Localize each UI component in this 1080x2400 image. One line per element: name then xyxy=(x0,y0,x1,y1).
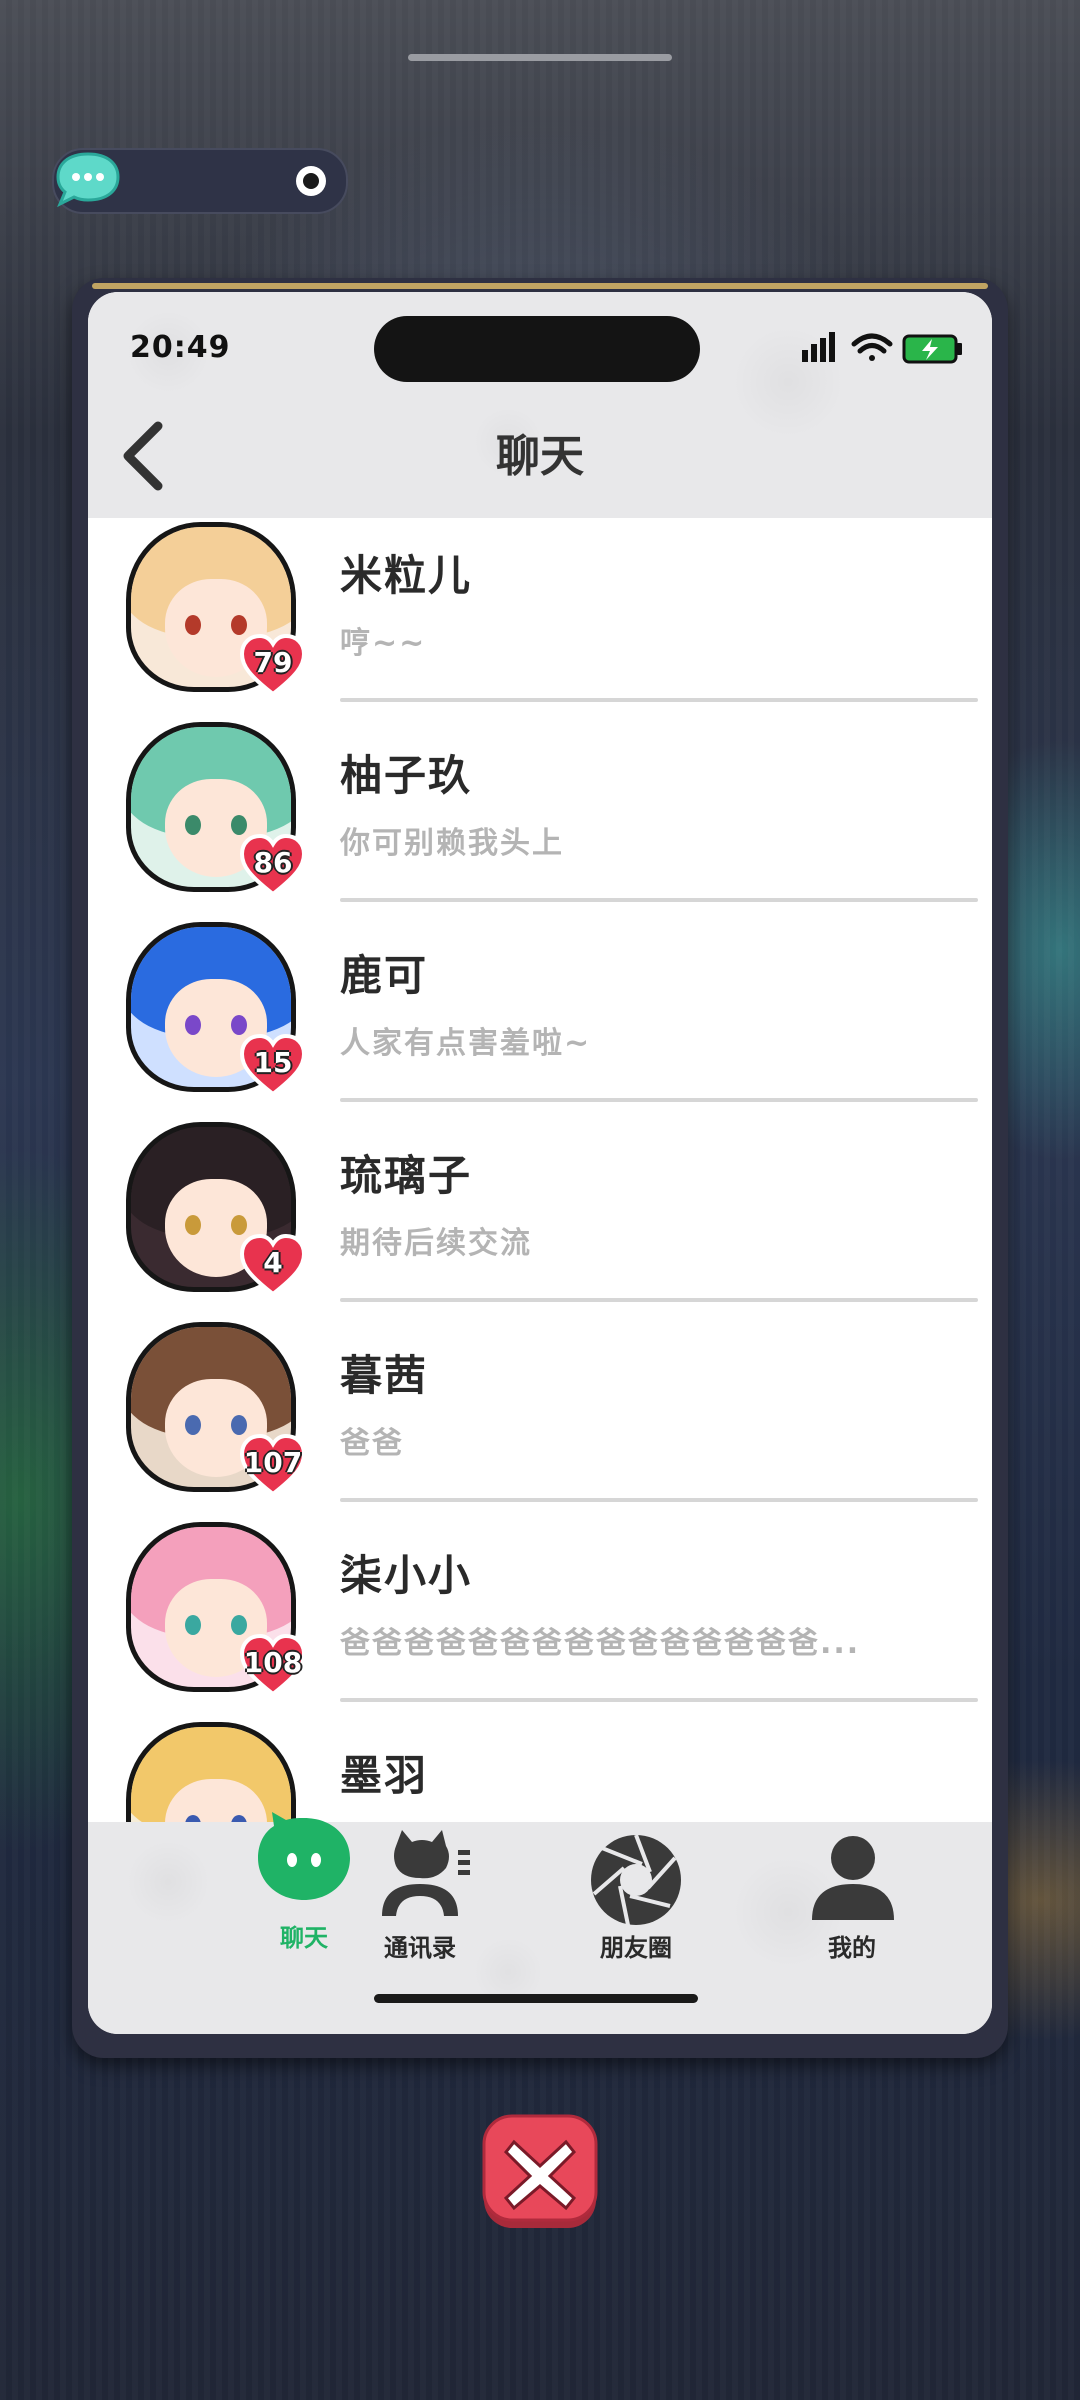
affection-level: 108 xyxy=(243,1646,303,1679)
avatar-eye xyxy=(185,1615,201,1635)
affection-level: 107 xyxy=(243,1446,303,1479)
status-icons xyxy=(802,332,962,364)
avatar: 4 xyxy=(126,1122,307,1297)
last-message: 你可别赖我头上 xyxy=(340,826,564,861)
contact-name: 米粒儿 xyxy=(340,551,473,600)
tab-me-label: 我的 xyxy=(828,1934,876,1962)
tab-contacts-label: 通讯录 xyxy=(384,1934,456,1962)
contact-name: 琉璃子 xyxy=(340,1151,473,1200)
top-bar: 20:49 聊天 xyxy=(88,292,992,518)
avatar: 15 xyxy=(126,922,307,1097)
avatar: 86 xyxy=(126,722,307,897)
last-message: 爸爸 xyxy=(340,1426,404,1461)
chat-list: 79 米粒儿哼~~ 86 柚子玖你可别赖我头上 15 鹿可人家有点害羞啦~ 4 琉璃子期待后续… xyxy=(88,518,992,1826)
avatar-eye xyxy=(185,1015,201,1035)
status-time: 20:49 xyxy=(130,330,231,365)
dynamic-island xyxy=(374,316,700,382)
chat-list-item[interactable]: 108 柒小小爸爸爸爸爸爸爸爸爸爸爸爸爸爸爸... xyxy=(88,1518,992,1718)
affection-level: 79 xyxy=(253,646,293,679)
chat-list-item[interactable]: 107 暮茜爸爸 xyxy=(88,1318,992,1518)
avatar: 108 xyxy=(126,1522,307,1697)
shutter-icon xyxy=(591,1834,681,1926)
tab-me[interactable]: 我的 xyxy=(752,1822,952,1982)
last-message: 期待后续交流 xyxy=(340,1226,532,1261)
contact-name: 暮茜 xyxy=(340,1351,429,1400)
battery-icon xyxy=(902,334,962,364)
page-title: 聊天 xyxy=(496,431,584,482)
divider xyxy=(340,898,978,902)
divider xyxy=(340,1698,978,1702)
home-indicator xyxy=(374,1994,698,2003)
tab-contacts[interactable]: 通讯录 xyxy=(320,1822,520,1982)
contact-name: 柚子玖 xyxy=(340,751,473,800)
phone-screen: 20:49 聊天 79 米粒儿哼~~ 86 柚子玖你可别赖我头上 15 鹿可人家有点害羞啦… xyxy=(88,292,992,2034)
close-icon[interactable] xyxy=(480,2114,600,2232)
chat-list-item[interactable]: 4 琉璃子期待后续交流 xyxy=(88,1118,992,1318)
contact-name: 鹿可 xyxy=(340,951,429,1000)
phone-frame-highlight xyxy=(92,283,988,289)
avatar: 107 xyxy=(126,1322,307,1497)
last-message: 人家有点害羞啦~ xyxy=(340,1026,592,1061)
last-message: 哼~~ xyxy=(340,626,427,661)
top-handle xyxy=(408,54,672,61)
profile-icon xyxy=(812,1836,894,1920)
affection-level: 86 xyxy=(253,846,293,879)
eye-icon[interactable] xyxy=(296,166,326,196)
last-message: 爸爸爸爸爸爸爸爸爸爸爸爸爸爸爸... xyxy=(340,1626,861,1661)
chat-list-item[interactable]: 15 鹿可人家有点害羞啦~ xyxy=(88,918,992,1118)
contact-name: 墨羽 xyxy=(340,1751,429,1800)
affection-level: 4 xyxy=(263,1246,283,1279)
divider xyxy=(340,1498,978,1502)
tab-moments[interactable]: 朋友圈 xyxy=(536,1822,736,1982)
divider xyxy=(340,698,978,702)
avatar: 79 xyxy=(126,522,307,697)
affection-level: 15 xyxy=(253,1046,293,1079)
tab-bar: 聊天 通讯录 朋友圈 我的 xyxy=(88,1812,992,2034)
signal-icon xyxy=(802,332,835,362)
tab-moments-label: 朋友圈 xyxy=(600,1934,672,1962)
chat-list-item[interactable]: 墨羽 xyxy=(88,1718,992,1826)
avatar-eye xyxy=(185,1215,201,1235)
chat-bubble-icon[interactable] xyxy=(54,150,122,208)
contact-name: 柒小小 xyxy=(340,1551,473,1600)
avatar-eye xyxy=(185,615,201,635)
chat-list-item[interactable]: 79 米粒儿哼~~ xyxy=(88,518,992,718)
chat-list-item[interactable]: 86 柚子玖你可别赖我头上 xyxy=(88,718,992,918)
divider xyxy=(340,1298,978,1302)
wifi-icon xyxy=(851,333,893,361)
avatar-eye xyxy=(185,815,201,835)
divider xyxy=(340,1098,978,1102)
avatar-eye xyxy=(185,1415,201,1435)
contacts-icon xyxy=(382,1830,470,1916)
